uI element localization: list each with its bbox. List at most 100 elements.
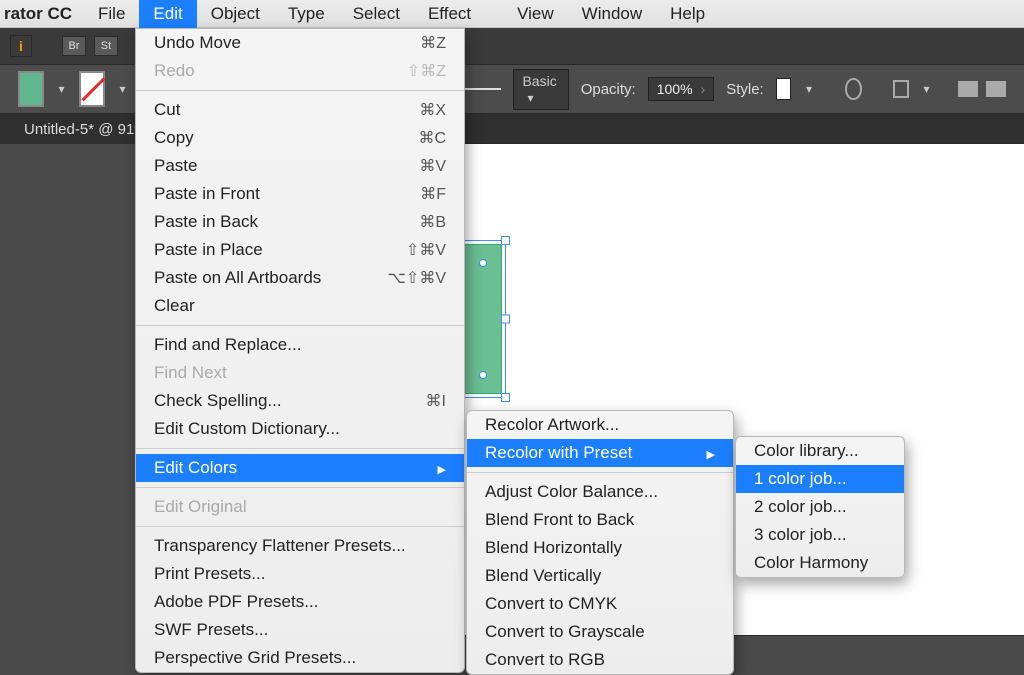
document-setup-icon[interactable] [893,80,909,98]
menu-item[interactable]: Check Spelling...⌘I [136,387,464,415]
menu-item[interactable]: Color Harmony [736,549,904,577]
menu-item[interactable]: Transparency Flattener Presets... [136,532,464,560]
resize-handle[interactable] [501,315,510,324]
menu-item-label: Edit Original [154,497,247,517]
menu-item-label: Adobe PDF Presets... [154,592,318,612]
menu-item[interactable]: Adjust Color Balance... [467,478,733,506]
chevron-down-icon [522,90,538,106]
menu-item[interactable]: Paste in Back ⌘B [136,208,464,236]
style-dropdown-icon[interactable] [803,81,814,97]
edit-dropdown: Undo Move⌘ZRedo⇧⌘ZCut⌘XCopy⌘CPaste⌘VPast… [135,28,465,673]
menu-item-label: Convert to Grayscale [485,622,645,642]
menu-item-label: Paste on All Artboards [154,268,321,288]
menu-item-label: Clear [154,296,195,316]
menu-item-label: Recolor with Preset [485,443,632,463]
menu-edit[interactable]: Edit [139,0,196,28]
opacity-label: Opacity: [581,81,636,98]
menu-item-label: Find and Replace... [154,335,301,355]
menu-item[interactable]: Blend Vertically [467,562,733,590]
menu-item[interactable]: SWF Presets... [136,616,464,644]
menu-help[interactable]: Help [656,0,719,28]
menu-item[interactable]: Convert to RGB [467,646,733,674]
menu-item[interactable]: Find and Replace... [136,331,464,359]
menu-object[interactable]: Object [197,0,274,28]
menu-item[interactable]: Paste in Front ⌘F [136,180,464,208]
menu-item[interactable]: Edit Colors [136,454,464,482]
menu-item-label: Color Harmony [754,553,868,573]
align-icons [958,81,1006,97]
fill-dropdown-icon[interactable] [56,81,67,97]
menu-item[interactable]: 3 color job... [736,521,904,549]
menu-shortcut: ⌥⇧⌘V [387,268,446,288]
menu-item[interactable]: Perspective Grid Presets... [136,644,464,672]
recolor-icon[interactable] [845,78,861,100]
menu-item-label: Check Spelling... [154,391,282,411]
menu-item[interactable]: Paste in Place ⇧⌘V [136,236,464,264]
menu-item-label: 3 color job... [754,525,847,545]
align-left-icon[interactable] [958,81,978,97]
menu-item: Redo⇧⌘Z [136,57,464,85]
menu-item[interactable]: Blend Front to Back [467,506,733,534]
menu-item[interactable]: Color library... [736,437,904,465]
menu-shortcut: ⌘V [419,156,446,176]
menubar: rator CC File Edit Object Type Select Ef… [0,0,1024,28]
menu-shortcut: ⌘X [419,100,446,120]
menu-shortcut: ⇧⌘V [406,240,446,260]
opacity-input[interactable]: 100%› [648,77,714,101]
menu-item-label: Paste in Front [154,184,260,204]
menu-item-label: Paste in Place [154,240,263,260]
style-swatch[interactable] [776,78,792,100]
menu-item[interactable]: Edit Custom Dictionary... [136,415,464,443]
menu-item[interactable]: Recolor Artwork... [467,411,733,439]
menu-item-label: Paste [154,156,197,176]
menu-view[interactable]: View [503,0,568,28]
menu-item[interactable]: Print Presets... [136,560,464,588]
menu-shortcut: ⇧⌘Z [407,61,446,81]
fill-swatch[interactable] [18,71,44,107]
menu-item[interactable]: Adobe PDF Presets... [136,588,464,616]
resize-handle[interactable] [501,393,510,402]
menu-item[interactable]: Cut⌘X [136,96,464,124]
menu-item[interactable]: Undo Move⌘Z [136,29,464,57]
menu-window[interactable]: Window [568,0,656,28]
watermark: Plat [944,582,1014,625]
submenu-arrow-icon [695,443,715,463]
stock-badge[interactable]: St [94,36,118,56]
menu-item[interactable]: Blend Horizontally [467,534,733,562]
stroke-dropdown-icon[interactable] [117,81,128,97]
stroke-swatch[interactable] [79,71,105,107]
menu-item[interactable]: 1 color job... [736,465,904,493]
menu-item[interactable]: Paste on All Artboards ⌥⇧⌘V [136,264,464,292]
menu-shortcut: ⌘B [419,212,446,232]
menu-item[interactable]: Recolor with Preset [467,439,733,467]
menu-item-label: 2 color job... [754,497,847,517]
menu-item[interactable]: 2 color job... [736,493,904,521]
menu-item-label: Transparency Flattener Presets... [154,536,406,556]
menu-item-label: Paste in Back [154,212,258,232]
menu-item-label: Blend Front to Back [485,510,634,530]
menu-item-label: Recolor Artwork... [485,415,619,435]
menu-item[interactable]: Clear [136,292,464,320]
menu-type[interactable]: Type [274,0,339,28]
edit-colors-submenu: Recolor Artwork... Recolor with Preset Adj… [466,410,734,675]
ai-logo-icon: i [10,35,32,57]
menu-item: Find Next [136,359,464,387]
menu-item-label: Blend Horizontally [485,538,622,558]
menu-item-label: Edit Custom Dictionary... [154,419,340,439]
align-center-icon[interactable] [986,81,1006,97]
submenu-arrow-icon [426,458,446,478]
menu-shortcut: ⌘F [420,184,446,204]
bridge-badge[interactable]: Br [62,36,86,56]
menu-item[interactable]: Copy⌘C [136,124,464,152]
menu-item[interactable]: Convert to CMYK [467,590,733,618]
resize-handle[interactable] [501,236,510,245]
menu-file[interactable]: File [84,0,139,28]
menu-item-label: Perspective Grid Presets... [154,648,356,668]
menu-item[interactable]: Paste ⌘V [136,152,464,180]
setup-dropdown-icon[interactable] [921,81,932,97]
menu-effect[interactable]: Effect [414,0,485,28]
menu-select[interactable]: Select [339,0,414,28]
brush-basic-select[interactable]: Basic [513,69,568,110]
menu-item[interactable]: Convert to Grayscale [467,618,733,646]
menu-shortcut: ⌘C [418,128,446,148]
